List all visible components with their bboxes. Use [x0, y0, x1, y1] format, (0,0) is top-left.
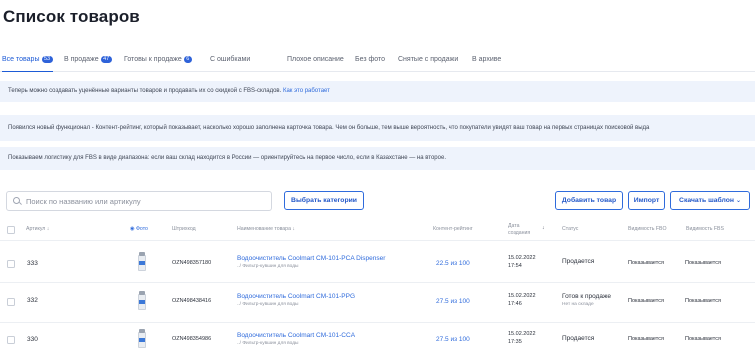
notice-text: Показываем логистику для FBS в виде диап… [8, 155, 446, 161]
tab-on-sale[interactable]: В продаже 47 [64, 54, 112, 72]
column-article[interactable]: Артикул ↓ [26, 226, 49, 233]
download-template-button[interactable]: Скачать шаблон ⌄ [670, 191, 750, 210]
search-icon [13, 197, 20, 204]
date-value: 15.02.2022 [508, 255, 536, 261]
tab-label: Плохое описание [287, 56, 344, 63]
column-label: Дата [508, 223, 520, 229]
column-content-rating: Контент-рейтинг [433, 226, 473, 232]
content-rating-link[interactable]: 27.5 из 100 [436, 298, 470, 306]
column-label: Артикул [26, 226, 46, 232]
product-photo[interactable] [135, 251, 149, 273]
search-field[interactable] [6, 191, 272, 211]
search-input[interactable] [26, 195, 266, 208]
fbs-visibility-value: Показывается [685, 336, 721, 342]
date-value: 15.02.2022 [508, 331, 536, 337]
column-status: Статус [562, 226, 579, 232]
select-all-checkbox[interactable] [7, 226, 15, 234]
status-value: Продается [562, 335, 595, 342]
product-name-link[interactable]: Водоочиститель Coolmart CM-101-CCA [237, 332, 355, 340]
notice-text: Появился новый функционал - Контент-рейт… [8, 125, 650, 131]
download-template-label: Скачать шаблон [679, 197, 735, 204]
tab-all-products[interactable]: Все товары 53 [2, 54, 53, 72]
product-photo[interactable] [135, 290, 149, 312]
count-badge: 6 [183, 56, 192, 63]
column-fbs-visibility: Видимость FBS [686, 226, 724, 232]
tab-with-errors[interactable]: С ошибками [210, 54, 250, 72]
notice-text: Теперь можно создавать уценённые вариант… [8, 88, 282, 94]
add-product-button[interactable]: Добавить товар [555, 191, 623, 210]
notice-content-rating: Появился новый функционал - Контент-рейт… [0, 115, 755, 141]
column-photo[interactable]: ◉ Фото [130, 226, 148, 233]
fbs-visibility-value: Показывается [685, 260, 721, 266]
time-value: 17:35 [508, 339, 522, 345]
tab-label: Готовы к продаже [124, 56, 182, 63]
product-category: ../ Фильтр-кувшин для воды [237, 302, 299, 307]
tab-no-photo[interactable]: Без фото [355, 54, 385, 72]
barcode-value: OZN498357180 [172, 260, 212, 266]
column-label: создания [508, 230, 531, 236]
fbo-visibility-value: Показывается [628, 336, 664, 342]
fbs-visibility-value: Показывается [685, 298, 721, 304]
table-row[interactable]: 330 OZN498354986 Водоочиститель Coolmart… [0, 323, 755, 354]
column-label: Наименование товара [237, 226, 291, 232]
eye-icon: ◉ [130, 226, 135, 232]
column-barcode: Штрихкод [172, 226, 196, 232]
column-fbo-visibility: Видимость FBO [628, 226, 667, 232]
import-button[interactable]: Импорт [628, 191, 665, 210]
fbo-visibility-value: Показывается [628, 298, 664, 304]
arrow-down-icon: ↓ [292, 226, 296, 232]
date-value: 15.02.2022 [508, 293, 536, 299]
table-header: Артикул ↓ ◉ Фото Штрихкод Наименование т… [0, 219, 755, 241]
count-badge: 53 [41, 56, 53, 63]
time-value: 17:46 [508, 301, 522, 307]
article-value: 330 [27, 336, 38, 343]
time-value: 17:54 [508, 263, 522, 269]
tab-ready-for-sale[interactable]: Готовы к продаже 6 [124, 54, 192, 72]
tab-label: Снятые с продажи [398, 56, 459, 63]
product-category: ../ Фильтр-кувшин для воды [237, 264, 299, 269]
content-rating-link[interactable]: 22.5 из 100 [436, 260, 470, 268]
table-row[interactable]: 332 OZN498438416 Водоочиститель Coolmart… [0, 283, 755, 323]
select-categories-button[interactable]: Выбрать категории [284, 191, 364, 210]
status-subtext: Нет на складе [562, 302, 594, 307]
table-row[interactable]: 333 OZN498357180 Водоочиститель Coolmart… [0, 243, 755, 283]
how-it-works-link[interactable]: Как это работает [283, 88, 330, 94]
column-date-created[interactable]: Дата создания [508, 223, 530, 237]
product-category: ../ Фильтр-кувшин для воды [237, 341, 299, 346]
sort-arrow-icon[interactable]: ↓ [542, 225, 545, 232]
status-value: Готов к продаже [562, 293, 611, 300]
tab-archive[interactable]: В архиве [472, 54, 501, 72]
article-value: 333 [27, 260, 38, 267]
tab-removed-from-sale[interactable]: Снятые с продажи [398, 54, 458, 72]
arrow-down-icon: ↓ [46, 226, 50, 232]
tab-label: В архиве [472, 56, 502, 63]
article-value: 332 [27, 297, 38, 304]
notice-fbs-logistics: Показываем логистику для FBS в виде диап… [0, 147, 755, 170]
barcode-value: OZN498438416 [172, 298, 212, 304]
product-name-link[interactable]: Водоочиститель Coolmart CM-101-PPG [237, 293, 355, 301]
column-label: Фото [135, 226, 148, 232]
row-checkbox[interactable] [7, 298, 15, 306]
chevron-down-icon: ⌄ [735, 198, 741, 204]
row-checkbox[interactable] [7, 260, 15, 268]
tab-bar: Все товары 53 В продаже 47 Готовы к продаж… [0, 54, 755, 72]
product-photo[interactable] [135, 328, 149, 350]
column-product-name[interactable]: Наименование товара ↓ [237, 226, 295, 233]
tab-label: Без фото [355, 56, 386, 63]
barcode-value: OZN498354986 [172, 336, 212, 342]
tab-bad-description[interactable]: Плохое описание [287, 54, 344, 72]
tab-label: В продаже [64, 56, 99, 63]
page-title: Список товаров [3, 7, 140, 26]
tab-label: С ошибками [210, 56, 251, 63]
fbo-visibility-value: Показывается [628, 260, 664, 266]
content-rating-link[interactable]: 27.5 из 100 [436, 336, 470, 344]
count-badge: 47 [100, 56, 112, 63]
row-checkbox[interactable] [7, 336, 15, 344]
tab-label: Все товары [2, 56, 40, 63]
status-value: Продается [562, 258, 595, 265]
product-name-link[interactable]: Водоочиститель Coolmart CM-101-PCA Dispe… [237, 255, 385, 263]
notice-discounted-items: Теперь можно создавать уценённые вариант… [0, 81, 755, 102]
